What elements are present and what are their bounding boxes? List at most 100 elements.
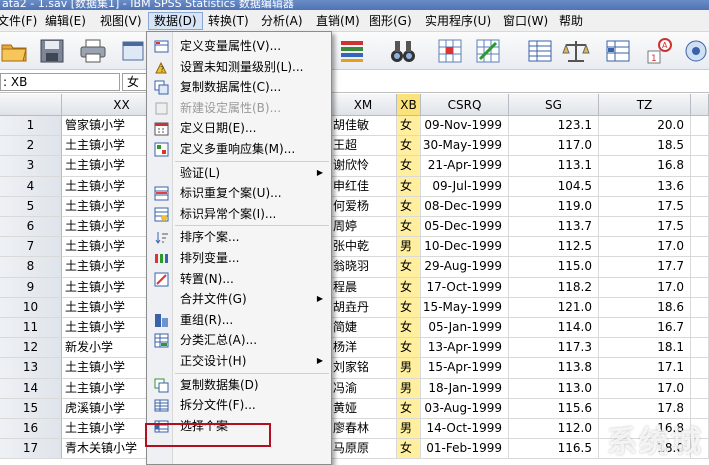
data-menu-item-13[interactable]: 重组(R)... <box>147 310 331 331</box>
cell-xm[interactable]: 冯渝 <box>330 378 397 399</box>
menu-file[interactable]: 文件(F) <box>0 12 42 30</box>
cell-xm[interactable]: 程晨 <box>330 277 397 298</box>
insert-cases-icon[interactable] <box>436 37 464 65</box>
data-menu-item-15[interactable]: 正交设计(H) ▶ <box>147 351 331 372</box>
cell-next[interactable] <box>691 277 709 298</box>
data-menu-item-4[interactable]: 定义日期(E)... <box>147 118 331 139</box>
cell-next[interactable] <box>691 217 709 238</box>
cell-csrq[interactable]: 30-May-1999 <box>421 136 509 157</box>
column-header-xb[interactable]: XB <box>397 94 421 116</box>
data-menu-item-1[interactable]: ? 设置未知测量级别(L)... <box>147 57 331 78</box>
insert-variable-icon[interactable] <box>474 37 502 65</box>
row-number[interactable]: 3 <box>0 156 62 177</box>
cell-csrq[interactable]: 18-Jan-1999 <box>421 378 509 399</box>
cell-tz[interactable]: 18.1 <box>599 338 691 359</box>
cell-xm[interactable]: 马原原 <box>330 439 397 460</box>
row-number[interactable]: 9 <box>0 277 62 298</box>
cell-sg[interactable]: 115.0 <box>509 257 599 278</box>
cell-xb[interactable]: 女 <box>397 217 421 238</box>
row-number[interactable]: 2 <box>0 136 62 157</box>
cell-xm[interactable]: 廖春林 <box>330 419 397 440</box>
data-menu-item-2[interactable]: 复制数据属性(C)... <box>147 77 331 98</box>
cell-csrq[interactable]: 01-Feb-1999 <box>421 439 509 460</box>
weight-cases-icon[interactable] <box>562 37 590 65</box>
cell-xm[interactable]: 刘家铭 <box>330 358 397 379</box>
menu-utilities[interactable]: 实用程序(U) <box>420 12 496 30</box>
data-menu-item-6[interactable]: 验证(L) ▶ <box>147 163 331 184</box>
cell-sg[interactable]: 118.2 <box>509 277 599 298</box>
column-header-xm[interactable]: XM <box>330 94 397 116</box>
cell-sg[interactable]: 116.5 <box>509 439 599 460</box>
cell-xm[interactable]: 简婕 <box>330 318 397 339</box>
cell-next[interactable] <box>691 237 709 258</box>
row-number[interactable]: 12 <box>0 338 62 359</box>
cell-csrq[interactable]: 29-Aug-1999 <box>421 257 509 278</box>
cell-tz[interactable]: 17.5 <box>599 196 691 217</box>
data-menu-item-5[interactable]: 定义多重响应集(M)... <box>147 139 331 160</box>
cell-xb[interactable]: 男 <box>397 378 421 399</box>
row-number[interactable]: 15 <box>0 398 62 419</box>
menu-graphs[interactable]: 图形(G) <box>364 12 417 30</box>
cell-xm[interactable]: 周婷 <box>330 217 397 238</box>
cell-tz[interactable]: 18.6 <box>599 297 691 318</box>
save-icon[interactable] <box>38 37 66 65</box>
row-number[interactable]: 10 <box>0 297 62 318</box>
cell-xb[interactable]: 女 <box>397 116 421 137</box>
cell-next[interactable] <box>691 398 709 419</box>
cell-xb[interactable]: 女 <box>397 136 421 157</box>
menu-analyze[interactable]: 分析(A) <box>256 12 308 30</box>
row-number[interactable]: 4 <box>0 176 62 197</box>
row-number[interactable]: 8 <box>0 257 62 278</box>
cell-csrq[interactable]: 21-Apr-1999 <box>421 156 509 177</box>
data-menu-item-0[interactable]: 定义变量属性(V)... <box>147 36 331 57</box>
cell-xm[interactable]: 张中乾 <box>330 237 397 258</box>
cell-csrq[interactable]: 08-Dec-1999 <box>421 196 509 217</box>
cell-sg[interactable]: 123.1 <box>509 116 599 137</box>
row-number[interactable]: 13 <box>0 358 62 379</box>
cell-tz[interactable]: 16.7 <box>599 318 691 339</box>
data-menu-item-7[interactable]: 标识重复个案(U)... <box>147 183 331 204</box>
cell-next[interactable] <box>691 156 709 177</box>
cell-next[interactable] <box>691 176 709 197</box>
cell-csrq[interactable]: 15-May-1999 <box>421 297 509 318</box>
cell-tz[interactable]: 17.7 <box>599 257 691 278</box>
cell-xm[interactable]: 翁晓羽 <box>330 257 397 278</box>
select-cases-toolbar-icon[interactable] <box>604 37 632 65</box>
cell-csrq[interactable]: 09-Nov-1999 <box>421 116 509 137</box>
cell-tz[interactable]: 13.6 <box>599 176 691 197</box>
cell-next[interactable] <box>691 136 709 157</box>
data-menu-item-9[interactable]: 排序个案... <box>147 227 331 248</box>
data-menu-item-14[interactable]: 分类汇总(A)... <box>147 330 331 351</box>
cell-next[interactable] <box>691 297 709 318</box>
cell-csrq[interactable]: 05-Dec-1999 <box>421 217 509 238</box>
print-icon[interactable] <box>79 37 107 65</box>
cell-sg[interactable]: 113.0 <box>509 378 599 399</box>
cell-xb[interactable]: 女 <box>397 338 421 359</box>
data-menu-item-10[interactable]: 排列变量... <box>147 248 331 269</box>
data-menu-item-16[interactable]: 复制数据集(D) <box>147 375 331 396</box>
split-file-toolbar-icon[interactable] <box>526 37 554 65</box>
cell-xm[interactable]: 杨洋 <box>330 338 397 359</box>
row-number[interactable]: 5 <box>0 196 62 217</box>
row-number[interactable]: 14 <box>0 378 62 399</box>
cell-xb[interactable]: 女 <box>397 277 421 298</box>
menu-window[interactable]: 窗口(W) <box>498 12 553 30</box>
cell-xm[interactable]: 黄娅 <box>330 398 397 419</box>
cell-sg[interactable]: 112.5 <box>509 237 599 258</box>
cell-sg[interactable]: 117.0 <box>509 136 599 157</box>
cell-xm[interactable]: 胡垚丹 <box>330 297 397 318</box>
cell-sg[interactable]: 121.0 <box>509 297 599 318</box>
cell-sg[interactable]: 113.7 <box>509 217 599 238</box>
column-header-sg[interactable]: SG <box>509 94 599 116</box>
menu-data[interactable]: 数据(D) <box>148 12 203 30</box>
cell-xb[interactable]: 女 <box>397 439 421 460</box>
use-sets-icon[interactable] <box>682 37 709 65</box>
menu-view[interactable]: 视图(V) <box>95 12 147 30</box>
row-number[interactable]: 1 <box>0 116 62 137</box>
column-header-next[interactable] <box>691 94 709 116</box>
cell-tz[interactable]: 17.0 <box>599 277 691 298</box>
cell-csrq[interactable]: 03-Aug-1999 <box>421 398 509 419</box>
cell-sg[interactable]: 104.5 <box>509 176 599 197</box>
cell-sg[interactable]: 114.0 <box>509 318 599 339</box>
cell-tz[interactable]: 17.1 <box>599 358 691 379</box>
